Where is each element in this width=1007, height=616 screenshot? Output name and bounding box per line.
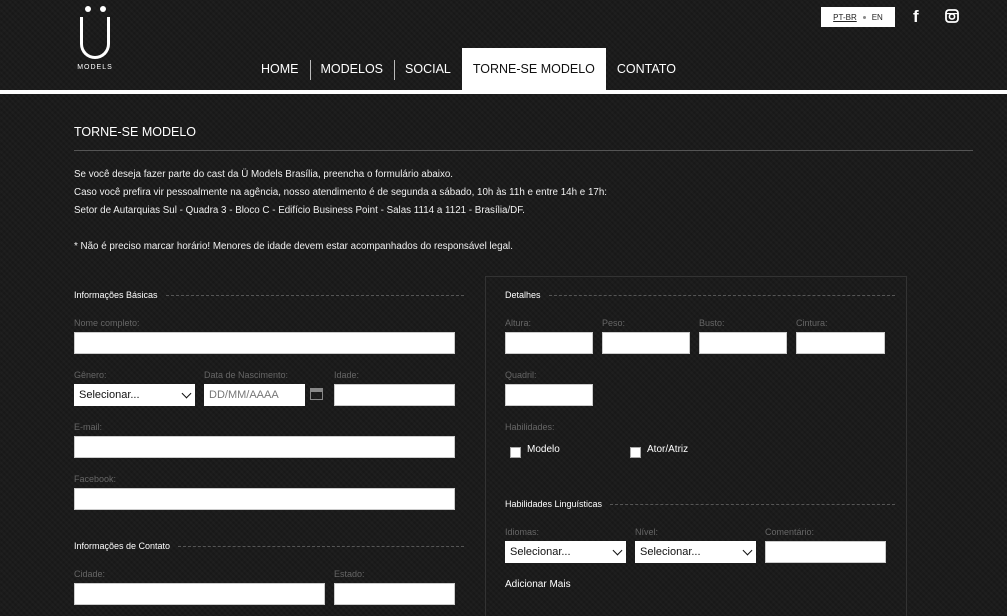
logo-brand-text: MODELS (77, 64, 113, 71)
skills-label: Habilidades: (505, 422, 555, 432)
city-input[interactable] (74, 583, 325, 605)
language-select[interactable]: Selecionar... (505, 541, 626, 563)
bust-label: Busto: (699, 318, 725, 328)
instagram-icon[interactable] (945, 9, 959, 23)
weight-label: Peso: (602, 318, 626, 328)
skill-actor-label: Ator/Atriz (647, 444, 689, 455)
page-title: TORNE-SE MODELO (74, 125, 197, 139)
comment-input[interactable] (765, 541, 886, 563)
age-input[interactable] (334, 384, 455, 406)
city-label: Cidade: (74, 569, 106, 579)
skill-model-checkbox[interactable] (510, 447, 521, 458)
birth-date-input[interactable]: DD/MM/AAAA (204, 384, 305, 406)
intro-line-3: Setor de Autarquias Sul - Quadra 3 - Blo… (74, 205, 525, 216)
birth-date-label: Data de Nascimento: (204, 370, 289, 380)
language-skills-heading: Habilidades Linguísticas (505, 499, 895, 509)
hip-input[interactable] (505, 384, 593, 406)
logo-umlaut (73, 6, 117, 14)
nav-modelos[interactable]: MODELOS (309, 48, 395, 90)
level-select[interactable]: Selecionar... (635, 541, 756, 563)
level-select-value: Selecionar... (640, 546, 701, 558)
details-heading: Detalhes (505, 290, 895, 300)
height-input[interactable] (505, 332, 593, 354)
main-nav: HOME MODELOS SOCIAL TORNE-SE MODELO CONT… (250, 48, 687, 90)
bust-input[interactable] (699, 332, 787, 354)
skill-model-label: Modelo (527, 444, 560, 455)
language-skills-title: Habilidades Linguísticas (505, 499, 603, 509)
waist-label: Cintura: (796, 318, 828, 328)
logo[interactable]: MODELS (73, 6, 117, 71)
email-input[interactable] (74, 436, 455, 458)
nav-contato[interactable]: CONTATO (606, 48, 687, 90)
age-label: Idade: (334, 370, 360, 380)
language-select-value: Selecionar... (510, 546, 571, 558)
basic-info-title: Informações Básicas (74, 290, 158, 300)
facebook-label: Facebook: (74, 474, 117, 484)
full-name-input[interactable] (74, 332, 455, 354)
contact-info-title: Informações de Contato (74, 541, 171, 551)
level-label: Nível: (635, 527, 659, 537)
birth-date-placeholder: DD/MM/AAAA (209, 389, 279, 401)
state-label: Estado: (334, 569, 365, 579)
chevron-down-icon (742, 545, 753, 556)
language-label: Idiomas: (505, 527, 540, 537)
facebook-icon[interactable]: f (913, 8, 927, 26)
lang-pt-br[interactable]: PT-BR (833, 13, 857, 22)
email-label: E-mail: (74, 422, 103, 432)
intro-line-2: Caso você prefira vir pessoalmente na ag… (74, 187, 608, 198)
hip-label: Quadril: (505, 370, 537, 380)
comment-label: Comentário: (765, 527, 815, 537)
facebook-input[interactable] (74, 488, 455, 510)
title-divider (74, 150, 973, 151)
details-title: Detalhes (505, 290, 541, 300)
nav-social[interactable]: SOCIAL (394, 48, 462, 90)
header-divider (0, 90, 1007, 94)
intro-note: * Não é preciso marcar horário! Menores … (74, 241, 513, 252)
height-label: Altura: (505, 318, 532, 328)
waist-input[interactable] (796, 332, 885, 354)
logo-letter-u (80, 17, 110, 59)
state-input[interactable] (334, 583, 455, 605)
skill-actor-checkbox[interactable] (630, 447, 641, 458)
lang-separator (862, 15, 866, 19)
chevron-down-icon (181, 388, 192, 399)
nav-home[interactable]: HOME (250, 48, 310, 90)
nav-torne-se-modelo[interactable]: TORNE-SE MODELO (461, 48, 606, 90)
calendar-icon[interactable] (310, 388, 323, 400)
full-name-label: Nome completo: (74, 318, 140, 328)
contact-info-heading: Informações de Contato (74, 541, 464, 551)
gender-label: Gênero: (74, 370, 107, 380)
add-more-button[interactable]: Adicionar Mais (505, 579, 571, 590)
chevron-down-icon (612, 545, 623, 556)
gender-select-value: Selecionar... (79, 389, 140, 401)
gender-select[interactable]: Selecionar... (74, 384, 195, 406)
lang-en[interactable]: EN (872, 13, 883, 22)
language-switcher: PT-BR EN (821, 7, 895, 27)
intro-line-1: Se você deseja fazer parte do cast da Ü … (74, 169, 454, 180)
weight-input[interactable] (602, 332, 690, 354)
basic-info-heading: Informações Básicas (74, 290, 464, 300)
